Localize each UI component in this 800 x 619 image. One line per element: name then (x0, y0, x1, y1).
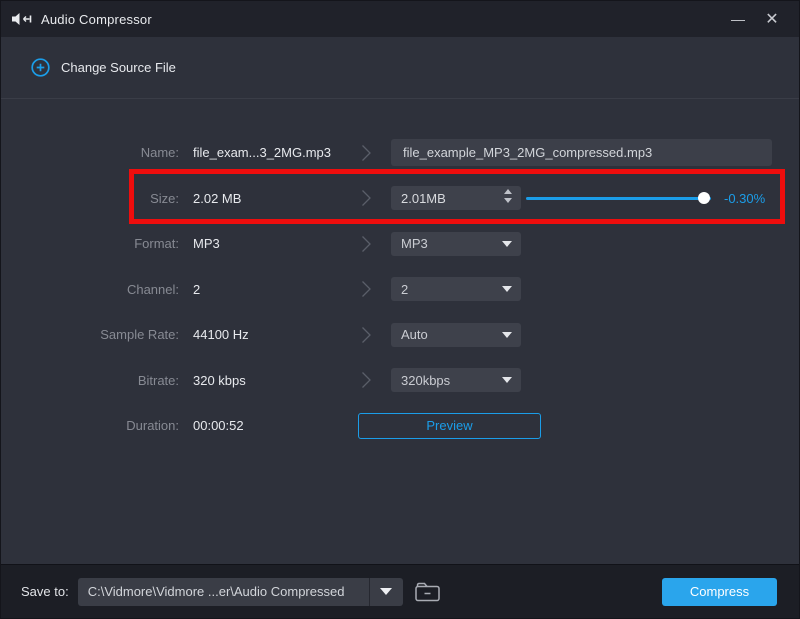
name-current-value: file_exam...3_2MG.mp3 (179, 145, 342, 160)
sample-rate-selected-value: Auto (401, 327, 428, 342)
change-source-file-button[interactable]: Change Source File (31, 58, 176, 77)
size-slider-thumb[interactable] (698, 192, 710, 204)
save-path-input[interactable] (78, 584, 369, 599)
output-filename-input[interactable] (391, 139, 772, 166)
channel-row: Channel: 2 2 (1, 267, 799, 313)
browse-folder-button[interactable] (414, 580, 441, 604)
bitrate-selected-value: 320kbps (401, 373, 450, 388)
bitrate-label: Bitrate: (1, 373, 179, 388)
audio-compressor-icon (11, 11, 33, 27)
window-title: Audio Compressor (41, 12, 152, 27)
size-row: Size: 2.02 MB -0.30% (1, 176, 799, 222)
audio-compressor-window: Audio Compressor — ✕ Change Source File … (0, 0, 800, 619)
spin-down-icon[interactable] (504, 198, 512, 203)
duration-row: Duration: 00:00:52 Preview (1, 403, 799, 449)
chevron-right-icon (342, 326, 391, 344)
bitrate-current-value: 320 kbps (179, 373, 342, 388)
save-path-combo (78, 578, 403, 606)
channel-current-value: 2 (179, 282, 342, 297)
open-folder-icon (414, 580, 441, 604)
size-reduction-percent: -0.30% (724, 191, 765, 206)
name-label: Name: (1, 145, 179, 160)
sample-rate-label: Sample Rate: (1, 327, 179, 342)
bitrate-dropdown[interactable]: 320kbps (391, 368, 521, 392)
caret-down-icon (502, 332, 512, 338)
format-current-value: MP3 (179, 236, 342, 251)
channel-selected-value: 2 (401, 282, 408, 297)
header: Change Source File (1, 37, 799, 99)
caret-down-icon (502, 377, 512, 383)
titlebar: Audio Compressor — ✕ (1, 1, 799, 37)
size-label: Size: (1, 191, 179, 206)
sample-rate-dropdown[interactable]: Auto (391, 323, 521, 347)
format-selected-value: MP3 (401, 236, 428, 251)
target-size-spinner (391, 186, 521, 210)
settings-panel: Name: file_exam...3_2MG.mp3 Size: 2.02 M… (1, 99, 799, 449)
duration-label: Duration: (1, 418, 179, 433)
save-path-dropdown-button[interactable] (370, 578, 403, 606)
duration-current-value: 00:00:52 (179, 418, 342, 433)
sample-rate-row: Sample Rate: 44100 Hz Auto (1, 312, 799, 358)
caret-down-icon (502, 286, 512, 292)
size-slider-track[interactable] (526, 197, 711, 200)
caret-down-icon (502, 241, 512, 247)
footer-bar: Save to: Compress (1, 564, 799, 618)
target-size-input[interactable] (391, 186, 521, 210)
caret-down-icon (380, 588, 392, 595)
chevron-right-icon (342, 371, 391, 389)
name-row: Name: file_exam...3_2MG.mp3 (1, 130, 799, 176)
channel-dropdown[interactable]: 2 (391, 277, 521, 301)
channel-label: Channel: (1, 282, 179, 297)
size-slider[interactable] (526, 191, 711, 205)
compress-button[interactable]: Compress (662, 578, 777, 606)
format-label: Format: (1, 236, 179, 251)
spin-up-icon[interactable] (504, 189, 512, 194)
sample-rate-current-value: 44100 Hz (179, 327, 342, 342)
save-to-label: Save to: (21, 584, 69, 599)
chevron-right-icon (342, 189, 391, 207)
preview-button[interactable]: Preview (358, 413, 541, 439)
size-current-value: 2.02 MB (179, 191, 342, 206)
chevron-right-icon (342, 144, 391, 162)
change-source-file-label: Change Source File (61, 60, 176, 75)
chevron-right-icon (342, 235, 391, 253)
close-button[interactable]: ✕ (755, 5, 789, 33)
format-row: Format: MP3 MP3 (1, 221, 799, 267)
chevron-right-icon (342, 280, 391, 298)
minimize-button[interactable]: — (721, 5, 755, 33)
format-dropdown[interactable]: MP3 (391, 232, 521, 256)
bitrate-row: Bitrate: 320 kbps 320kbps (1, 358, 799, 404)
plus-circle-icon (31, 58, 50, 77)
